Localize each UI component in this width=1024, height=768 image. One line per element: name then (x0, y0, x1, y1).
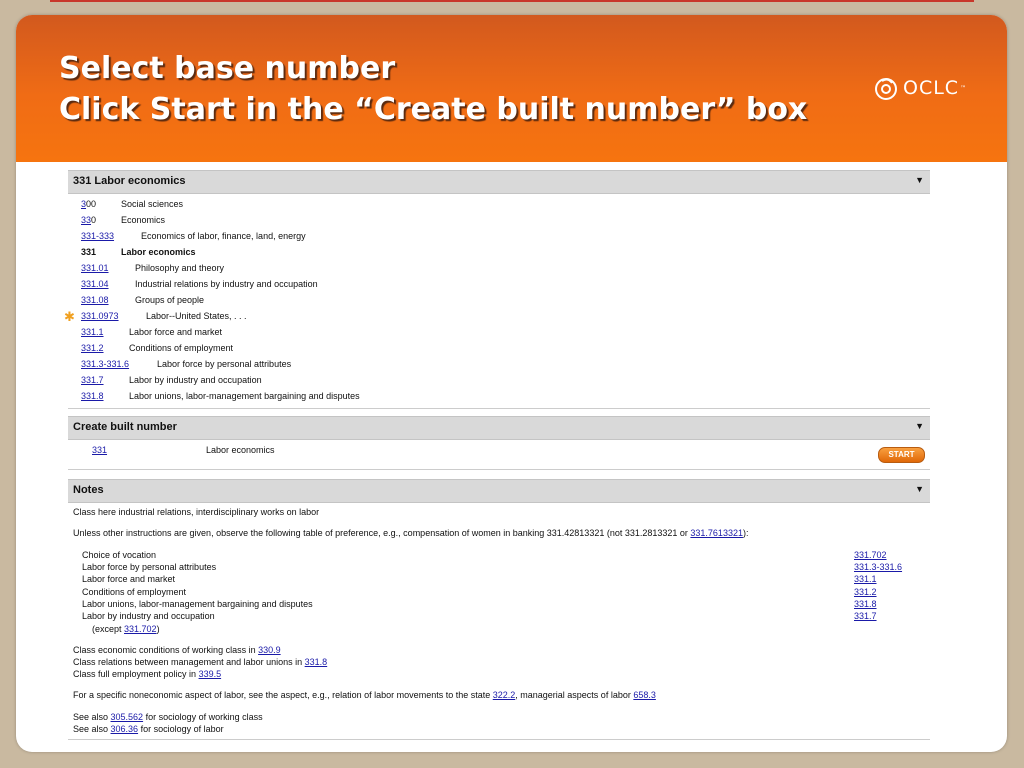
note-text: Unless other instructions are given, obs… (73, 528, 691, 538)
top-accent-line (50, 0, 974, 2)
note-specific-aspect: For a specific noneconomic aspect of lab… (73, 690, 656, 700)
note-text: Class relations between management and l… (73, 657, 305, 667)
hierarchy-label: Conditions of employment (129, 343, 234, 353)
hierarchy-number-link[interactable]: 331.08 (81, 295, 109, 305)
hierarchy-label: Industrial relations by industry and occ… (135, 279, 318, 289)
hierarchy-label: Labor--United States, . . . (146, 311, 247, 321)
note-text: ) (156, 624, 160, 634)
preference-label: Labor force by personal attributes (82, 562, 217, 572)
hierarchy-label: Economics of labor, finance, land, energ… (141, 231, 306, 241)
note-text: Class economic conditions of working cla… (73, 645, 259, 655)
trademark-mark: ™ (960, 84, 968, 92)
hierarchy-label: Labor economics (121, 247, 196, 257)
note-see-also: See also 305.562 for sociology of workin… (73, 712, 263, 722)
hierarchy-number-rest: 0 (91, 215, 97, 225)
preference-link[interactable]: 331.702 (854, 550, 887, 560)
preference-label: Labor unions, labor-management bargainin… (82, 599, 313, 609)
hierarchy-number-link[interactable]: 331.0973 (81, 311, 119, 321)
hierarchy-label: Labor force by personal attributes (157, 359, 292, 369)
note-link[interactable]: 331.7613321 (690, 528, 743, 538)
note-text: (except (92, 624, 125, 634)
hierarchy-panel-header[interactable]: 331 Labor economics ▼ (68, 170, 930, 194)
preference-link[interactable]: 331.3-331.6 (854, 562, 902, 572)
hierarchy-number-link[interactable]: 331-333 (81, 231, 114, 241)
notes-title: Notes (73, 484, 104, 496)
preference-label: Labor by industry and occupation (82, 611, 215, 621)
hierarchy-label: Economics (121, 215, 166, 225)
hierarchy-panel: 331 Labor economics ▼ 300 Social sciences… (64, 170, 930, 409)
oclc-logo-text: OCLC (903, 77, 960, 99)
note-link[interactable]: 330.9 (258, 645, 281, 655)
built-number-label: Labor economics (206, 445, 275, 455)
create-built-number-title: Create built number (73, 421, 177, 433)
notes-header[interactable]: Notes ▼ (68, 479, 930, 503)
note-link[interactable]: 331.8 (305, 657, 328, 667)
preference-label: Conditions of employment (82, 587, 187, 597)
collapse-caret-icon[interactable]: ▼ (915, 484, 924, 494)
preference-label: Choice of vocation (82, 550, 157, 560)
note-text: See also (73, 724, 111, 734)
note-class-line: Class relations between management and l… (73, 657, 327, 667)
hierarchy-label: Groups of people (135, 295, 205, 305)
hierarchy-number-link[interactable]: 331.1 (81, 327, 104, 337)
hierarchy-panel-title: 331 Labor economics (73, 175, 186, 187)
note-text: Class full employment policy in (73, 669, 199, 679)
star-icon[interactable]: ✱ (64, 309, 75, 325)
collapse-caret-icon[interactable]: ▼ (915, 175, 924, 185)
note-text: For a specific noneconomic aspect of lab… (73, 690, 493, 700)
preference-link[interactable]: 331.8 (854, 599, 877, 609)
note-text: , managerial aspects of labor (515, 690, 634, 700)
preference-link[interactable]: 331.2 (854, 587, 877, 597)
note-link[interactable]: 306.36 (111, 724, 139, 734)
note-preference-intro: Unless other instructions are given, obs… (73, 528, 748, 538)
hierarchy-label: Labor unions, labor-management bargainin… (129, 391, 360, 401)
note-text: ): (742, 528, 749, 538)
notes-panel: Notes ▼ Class here industrial relations,… (68, 479, 930, 740)
preference-label: Labor force and market (82, 574, 176, 584)
slide-title-line2: Click Start in the “Create built number”… (59, 92, 808, 127)
preference-except: (except 331.702) (92, 624, 160, 634)
hierarchy-number-link[interactable]: 331.8 (81, 391, 104, 401)
hierarchy-number-link[interactable]: 331.3-331.6 (81, 359, 129, 369)
hierarchy-number-link[interactable]: 331.2 (81, 343, 104, 353)
note-class-line: Class economic conditions of working cla… (73, 645, 281, 655)
note-class-here: Class here industrial relations, interdi… (73, 507, 320, 517)
built-number-row: 331 Labor economics START (68, 440, 930, 470)
built-number-link[interactable]: 331 (92, 445, 107, 455)
create-built-number-header[interactable]: Create built number ▼ (68, 416, 930, 440)
note-text: for sociology of labor (138, 724, 224, 734)
hierarchy-number-link[interactable]: 33 (81, 215, 91, 225)
hierarchy-number-link[interactable]: 331.01 (81, 263, 109, 273)
hierarchy-current-number: 331 (81, 247, 97, 257)
oclc-logo: OCLC ™ (874, 75, 967, 101)
hierarchy-number-link[interactable]: 331.04 (81, 279, 109, 289)
note-link[interactable]: 322.2 (493, 690, 516, 700)
note-text: See also (73, 712, 111, 722)
hierarchy-label: Philosophy and theory (135, 263, 225, 273)
note-link[interactable]: 658.3 (633, 690, 656, 700)
hierarchy-label: Labor force and market (129, 327, 223, 337)
preference-link[interactable]: 331.1 (854, 574, 877, 584)
note-link[interactable]: 305.562 (111, 712, 144, 722)
note-class-line: Class full employment policy in 339.5 (73, 669, 221, 679)
start-button[interactable]: START (878, 447, 925, 463)
hierarchy-label: Labor by industry and occupation (129, 375, 262, 385)
collapse-caret-icon[interactable]: ▼ (915, 421, 924, 431)
oclc-logo-icon (875, 78, 897, 100)
note-link[interactable]: 339.5 (199, 669, 222, 679)
note-link[interactable]: 331.702 (124, 624, 157, 634)
note-text: for sociology of working class (143, 712, 263, 722)
note-see-also: See also 306.36 for sociology of labor (73, 724, 224, 734)
create-built-number-panel: Create built number ▼ 331 Labor economic… (68, 416, 930, 470)
hierarchy-number-rest: 00 (86, 199, 97, 209)
preference-link[interactable]: 331.7 (854, 611, 877, 621)
hierarchy-label: Social sciences (121, 199, 184, 209)
hierarchy-number-link[interactable]: 331.7 (81, 375, 104, 385)
slide-title-line1: Select base number (59, 51, 396, 86)
title-banner: Select base number Click Start in the “C… (16, 15, 1007, 162)
